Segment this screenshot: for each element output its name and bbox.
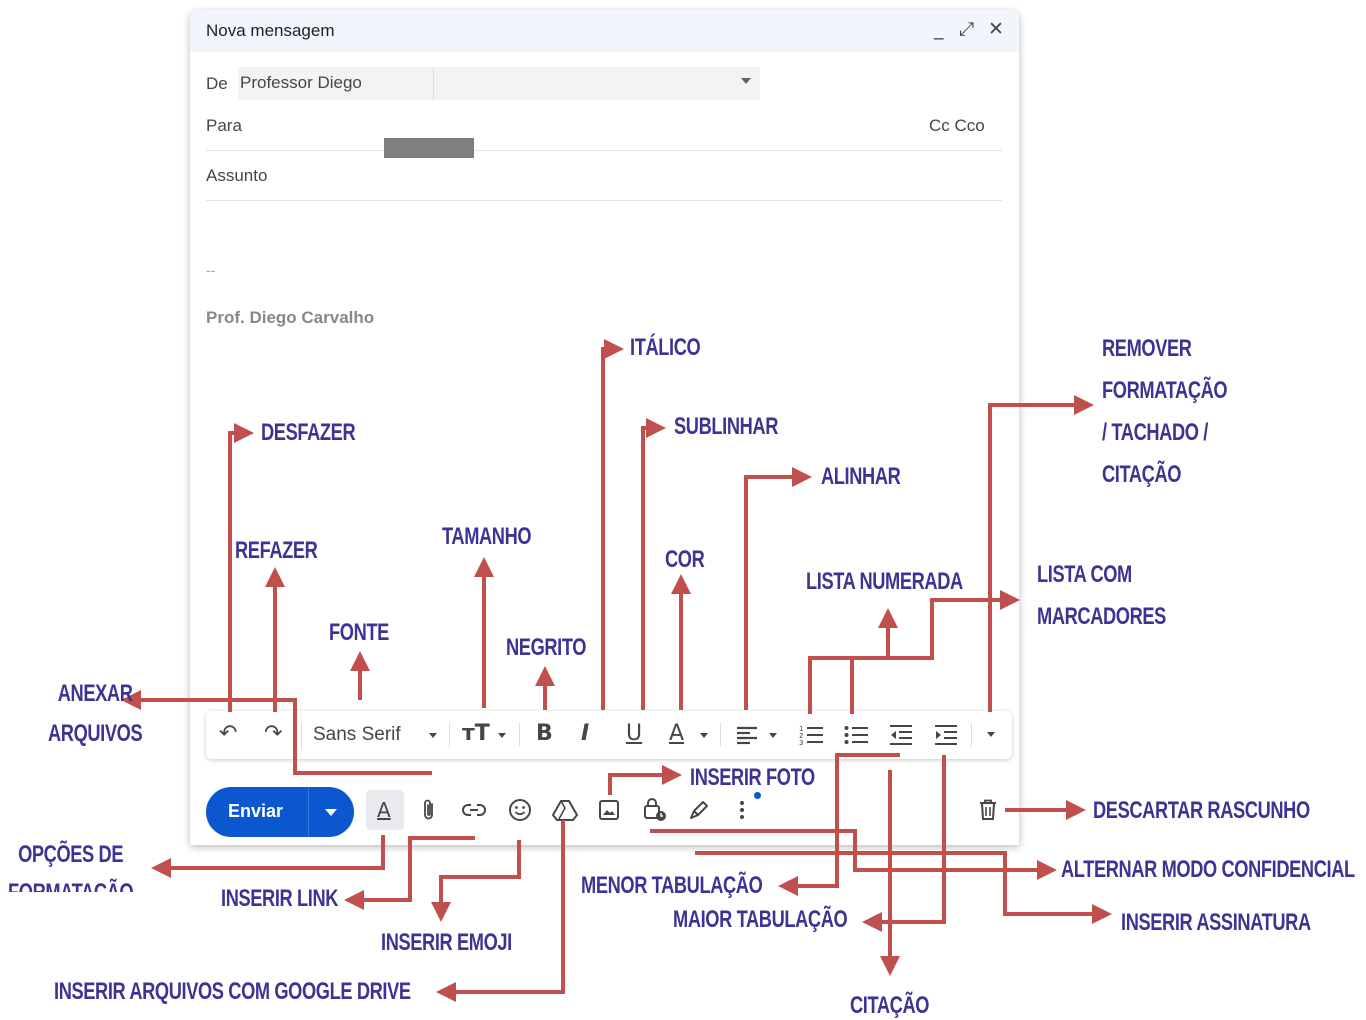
arrow-desfazer: [228, 423, 254, 712]
arrow-inserir-foto: [608, 765, 682, 795]
annotation-indent-more: MAIOR TABULAÇÃO: [673, 906, 848, 933]
annotation-bold: NEGRITO: [506, 634, 587, 661]
annotation-underline: SUBLINHAR: [674, 413, 778, 440]
arrow-inserir-emoji: [431, 840, 521, 922]
arrow-maior-tabulacao: [862, 755, 946, 932]
annotation-confidential-mode: ALTERNAR MODO CONFIDENCIAL: [1061, 856, 1355, 883]
annotation-insert-photo: INSERIR FOTO: [690, 764, 815, 791]
annotation-google-drive: INSERIR ARQUIVOS COM GOOGLE DRIVE: [54, 978, 411, 1005]
annotation-size: TAMANHO: [442, 523, 532, 550]
annotation-attach: ANEXAR ARQUIVOS: [48, 680, 143, 747]
annotation-redo: REFAZER: [235, 537, 318, 564]
annotation-insert-signature: INSERIR ASSINATURA: [1121, 909, 1311, 936]
arrow-google-drive: [436, 820, 565, 1002]
arrow-italico: [601, 339, 624, 710]
arrow-sublinhar: [641, 418, 666, 710]
annotation-numbered-list: LISTA NUMERADA: [806, 568, 963, 595]
arrow-anexar: [121, 690, 432, 775]
annotation-insert-link: INSERIR LINK: [221, 885, 339, 912]
annotation-insert-emoji: INSERIR EMOJI: [381, 929, 512, 956]
annotation-color: COR: [665, 546, 705, 573]
arrow-opcoes-formatacao: [151, 835, 385, 878]
annotation-quote: CITAÇÃO: [850, 992, 930, 1019]
annotation-font: FONTE: [329, 619, 389, 646]
annotation-discard-draft: DESCARTAR RASCUNHO: [1093, 797, 1310, 824]
arrow-modo-confidencial: [650, 829, 1057, 880]
annotation-align: ALINHAR: [821, 463, 901, 490]
annotation-remove-formatting: REMOVER FORMATAÇÃO / TACHADO / CITAÇÃO: [1102, 335, 1228, 488]
annotation-bulleted-list: LISTA COM MARCADORES: [1037, 561, 1166, 630]
arrow-lista-numerada: [808, 608, 898, 714]
annotation-undo: DESFAZER: [261, 419, 356, 446]
annotation-italic: ITÁLICO: [630, 334, 701, 361]
annotation-indent-less: MENOR TABULAÇÃO: [581, 872, 763, 899]
annotation-formatting-options: OPÇÕES DE FORMATAÇÃO: [8, 841, 133, 892]
arrow-alinhar: [744, 467, 812, 710]
